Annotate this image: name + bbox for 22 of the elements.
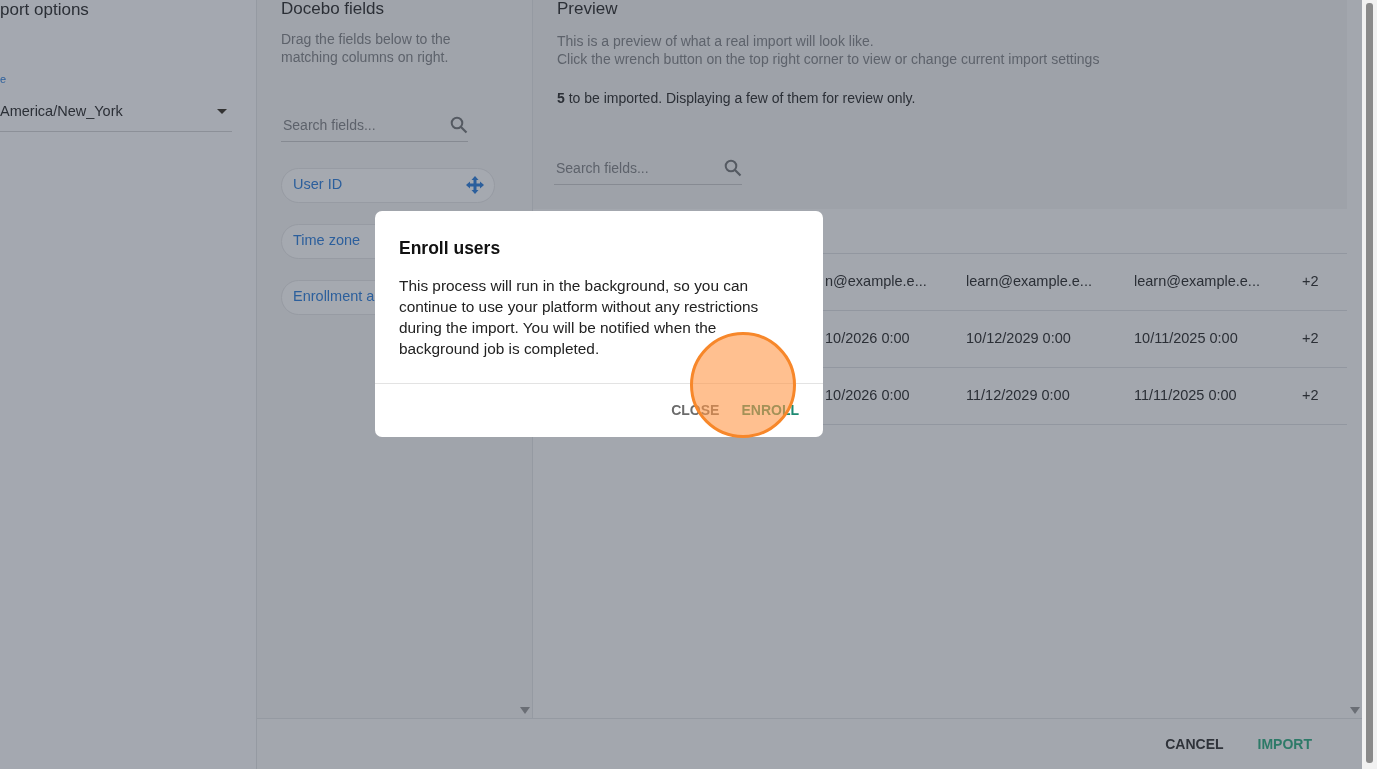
field-label: e [0, 71, 8, 87]
panel-title: Docebo fields [281, 0, 385, 20]
table-cell: 10/11/2025 0:00 [1134, 329, 1238, 346]
description-text: Click the wrench button on the top right corner to view or change current import settings [557, 49, 1101, 68]
panel-title: Preview [557, 0, 619, 20]
table-cell: learn@example.e... [966, 272, 1092, 289]
panel-description: Drag the fields below to the matching columns on right. [281, 29, 452, 66]
table-cell: learn@example.e... [1134, 272, 1260, 289]
table-cell: +2 [1302, 386, 1319, 403]
table-cell: 10/2026 0:00 [825, 329, 910, 346]
table-cell: 11/12/2029 0:00 [966, 386, 1070, 403]
table-cell: +2 [1302, 329, 1319, 346]
table-cell: n@example.e... [825, 272, 927, 289]
summary-text: 5 to be imported. Displaying a few of them for review only. [557, 88, 917, 108]
table-cell: 10/2026 0:00 [825, 386, 910, 403]
table-cell: 10/12/2029 0:00 [966, 329, 1071, 346]
description-text: This is a preview of what a real import will look like. [557, 31, 875, 50]
table-cell: +2 [1302, 272, 1319, 289]
panel-title: port options [0, 0, 90, 21]
dialog-title: Enroll users [398, 237, 502, 260]
dialog-message: This process will run in the background, so you can continue to use your platform without any restrictions during the import. You will be notified when the background job is completed. [398, 276, 760, 360]
table-cell: 11/11/2025 0:00 [1134, 386, 1237, 403]
